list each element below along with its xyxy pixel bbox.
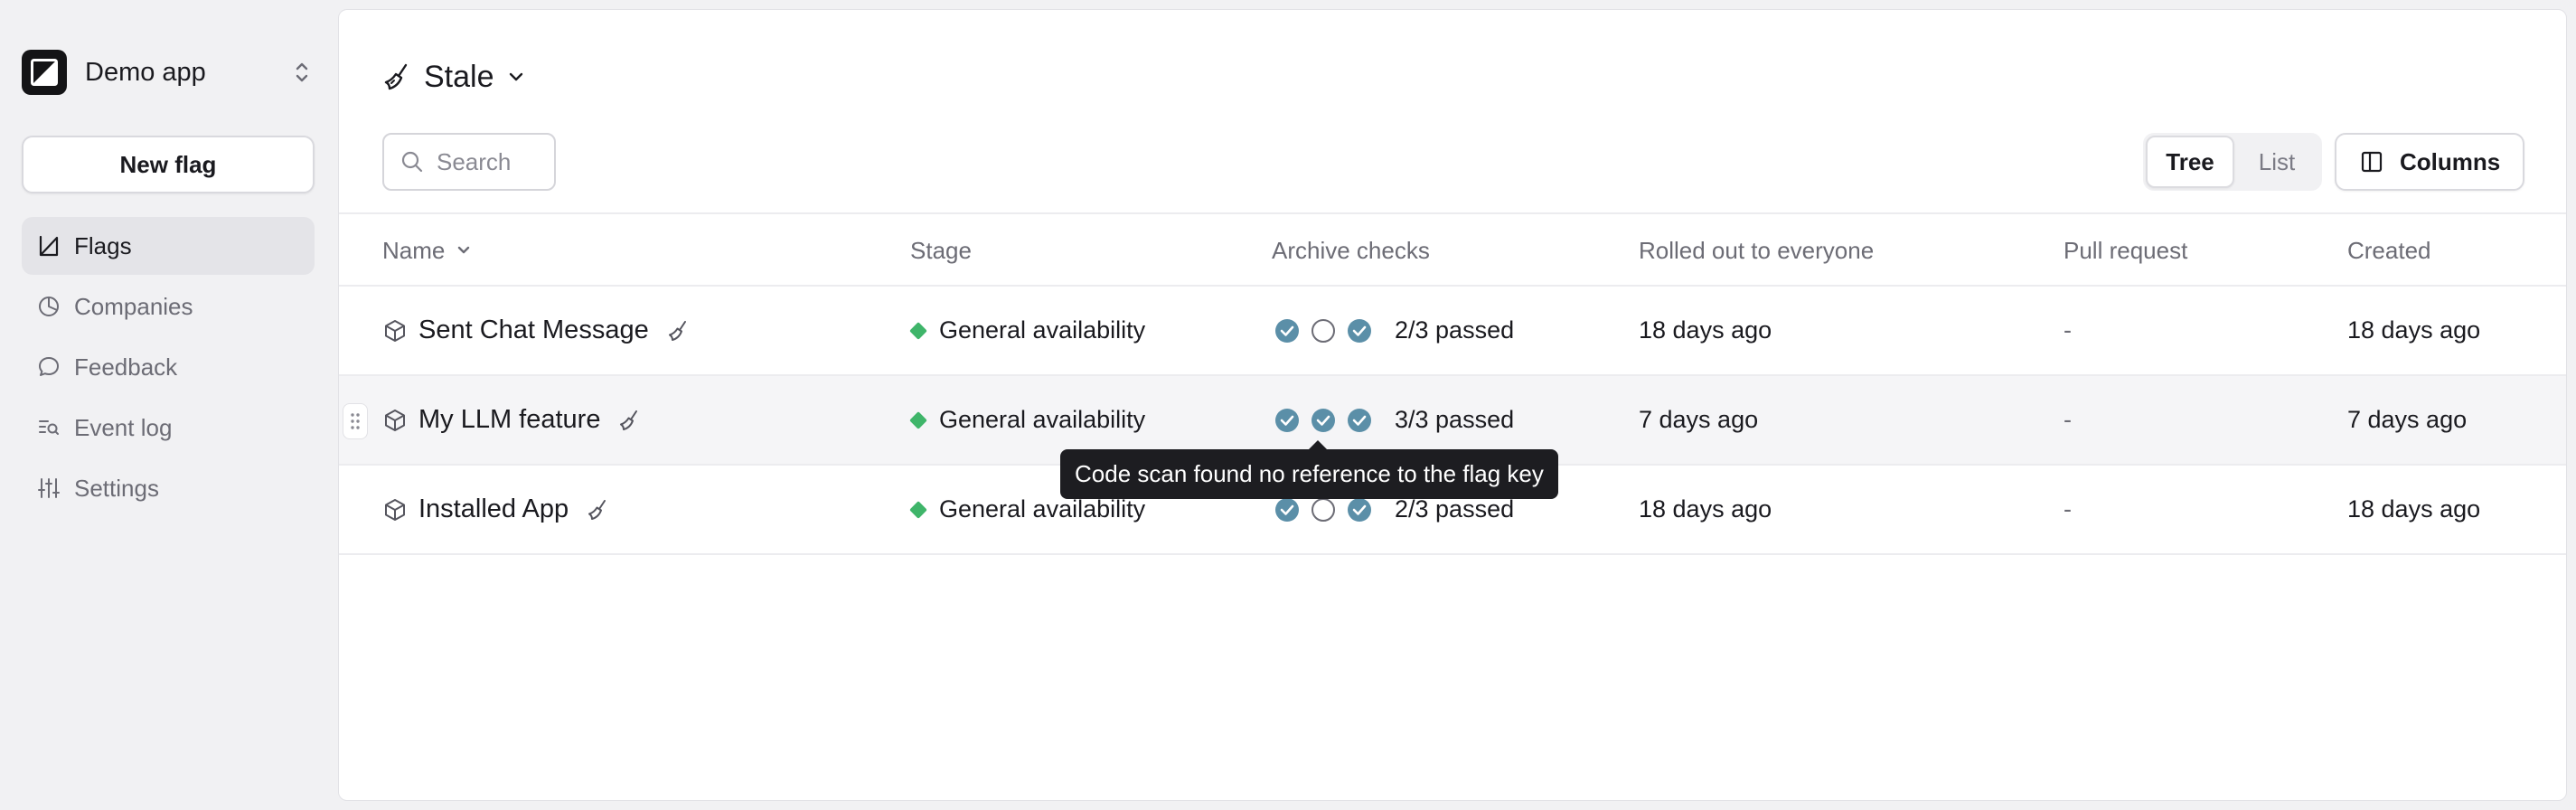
stage-diamond-icon <box>909 410 927 429</box>
broom-icon <box>382 61 413 92</box>
view-selector[interactable]: Stale <box>382 50 525 104</box>
search-input[interactable] <box>437 147 545 176</box>
list-search-icon <box>36 415 61 440</box>
columns-label: Columns <box>2400 147 2501 175</box>
column-header-pull-request: Pull request <box>2064 236 2188 264</box>
search-box[interactable] <box>382 133 556 191</box>
column-header-created: Created <box>2347 236 2431 264</box>
chat-bubble-icon <box>36 354 61 380</box>
chevron-up-down-icon[interactable] <box>293 58 311 87</box>
stage-cell: General availability <box>909 287 1146 374</box>
list-view-button[interactable]: List <box>2234 136 2319 188</box>
flag-name-cell: Installed App <box>382 466 610 553</box>
cube-icon <box>382 408 408 433</box>
flag-name-cell: My LLM feature <box>382 376 642 464</box>
page-title: Stale <box>424 59 494 94</box>
check-passed-icon[interactable] <box>1274 496 1301 523</box>
column-header-stage: Stage <box>910 236 972 264</box>
table-header: Name Stage Archive checks Rolled out to … <box>339 212 2566 287</box>
sidebar-item-label: Flags <box>74 231 132 259</box>
sidebar-item-label: Event log <box>74 413 173 441</box>
sidebar-item-flags[interactable]: Flags <box>22 217 315 275</box>
tree-view-button[interactable]: Tree <box>2146 136 2234 188</box>
check-passed-icon[interactable] <box>1274 317 1301 344</box>
chevron-down-icon <box>507 68 525 86</box>
stage-diamond-icon <box>909 500 927 519</box>
main-panel: Stale Tree List Columns Name Stage A <box>338 9 2567 801</box>
columns-icon <box>2360 150 2383 174</box>
sidebar-nav: Flags Companies Feedback Event log Setti… <box>22 217 315 520</box>
check-pending-icon[interactable] <box>1310 496 1337 523</box>
broom-icon <box>618 409 642 432</box>
created-cell: 7 days ago <box>2347 406 2468 433</box>
check-passed-icon[interactable] <box>1346 407 1373 434</box>
rolled-out-cell: 18 days ago <box>1639 316 1772 344</box>
column-label: Name <box>382 236 446 264</box>
tooltip: Code scan found no reference to the flag… <box>1060 440 1558 499</box>
column-header-rolled-out: Rolled out to everyone <box>1639 236 1875 264</box>
chevron-down-icon <box>456 242 472 259</box>
table-row[interactable]: Sent Chat Message General availability 2… <box>339 287 2566 376</box>
broom-icon <box>587 498 610 522</box>
sidebar-item-label: Settings <box>74 474 159 502</box>
sidebar-item-event-log[interactable]: Event log <box>22 399 315 457</box>
search-icon <box>400 150 424 174</box>
sidebar-item-companies[interactable]: Companies <box>22 278 315 335</box>
pull-request-cell: - <box>2064 495 2072 523</box>
cube-icon <box>382 318 408 344</box>
checks-summary: 3/3 passed <box>1395 406 1515 433</box>
sidebar: Demo app New flag Flags Companies Feedba… <box>0 0 334 810</box>
check-passed-icon[interactable] <box>1346 317 1373 344</box>
pie-chart-icon <box>36 294 61 319</box>
check-pending-icon[interactable] <box>1310 317 1337 344</box>
flag-triangle-icon <box>36 233 61 259</box>
check-passed-icon[interactable] <box>1346 496 1373 523</box>
pull-request-cell: - <box>2064 316 2072 344</box>
app-logo <box>22 50 67 95</box>
column-header-archive-checks: Archive checks <box>1272 236 1430 264</box>
cube-icon <box>382 497 408 523</box>
flag-name[interactable]: Installed App <box>418 494 569 524</box>
stage-label: General availability <box>939 316 1146 344</box>
drag-handle-icon[interactable] <box>343 403 368 439</box>
sidebar-item-feedback[interactable]: Feedback <box>22 338 315 396</box>
created-cell: 18 days ago <box>2347 316 2481 344</box>
view-toggle: Tree List <box>2143 133 2322 191</box>
stage-diamond-icon <box>909 321 927 340</box>
sidebar-item-label: Feedback <box>74 353 178 381</box>
rolled-out-cell: 18 days ago <box>1639 495 1772 523</box>
check-passed-icon[interactable] <box>1274 407 1301 434</box>
broom-icon <box>667 319 691 343</box>
sidebar-item-label: Companies <box>74 292 193 320</box>
sidebar-item-settings[interactable]: Settings <box>22 459 315 517</box>
rolled-out-cell: 7 days ago <box>1639 406 1759 433</box>
column-header-name[interactable]: Name <box>382 214 472 287</box>
archive-checks-cell: 2/3 passed <box>1274 287 1514 374</box>
stage-label: General availability <box>939 406 1146 433</box>
sliders-icon <box>36 476 61 501</box>
columns-button[interactable]: Columns <box>2335 133 2524 191</box>
new-flag-button[interactable]: New flag <box>22 136 315 193</box>
flags-table: Name Stage Archive checks Rolled out to … <box>339 212 2566 555</box>
app-switcher[interactable]: Demo app <box>22 25 311 119</box>
check-passed-icon[interactable] <box>1310 407 1337 434</box>
created-cell: 18 days ago <box>2347 495 2481 523</box>
flag-name[interactable]: Sent Chat Message <box>418 316 649 345</box>
checks-summary: 2/3 passed <box>1395 495 1515 523</box>
checks-summary: 2/3 passed <box>1395 316 1515 344</box>
flag-name[interactable]: My LLM feature <box>418 405 600 435</box>
flag-name-cell: Sent Chat Message <box>382 287 691 374</box>
app-name: Demo app <box>85 57 206 87</box>
pull-request-cell: - <box>2064 406 2072 433</box>
stage-label: General availability <box>939 495 1146 523</box>
